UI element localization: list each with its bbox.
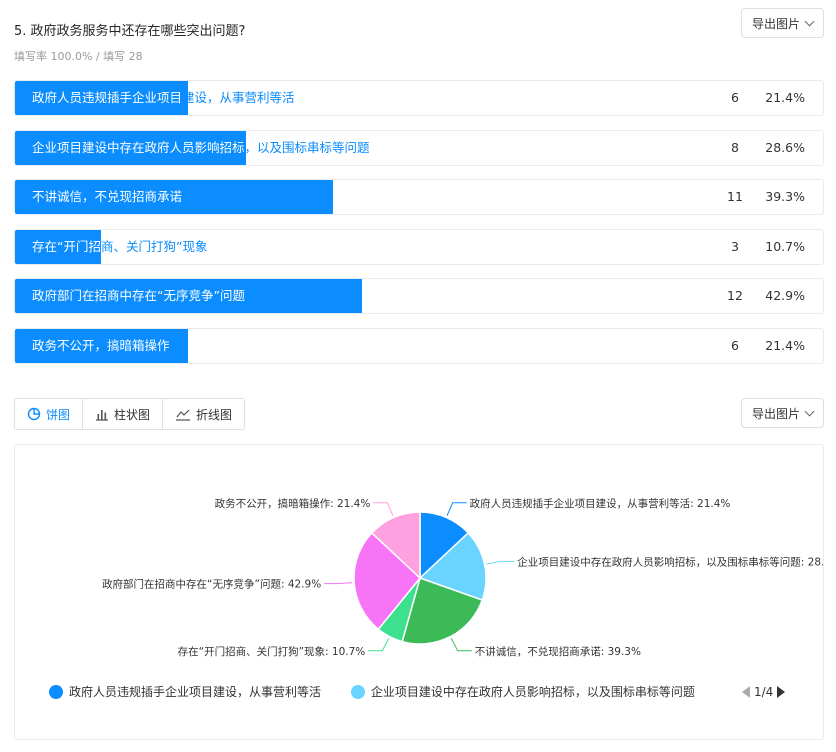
option-percent: 28.6%	[765, 139, 805, 155]
legend-label: 政府人员违规插手企业项目建设，从事营利等活	[69, 685, 322, 699]
slice-data-label: 存在“开门招商、关门打狗”现象: 10.7%	[178, 645, 366, 658]
export-label: 导出图片	[751, 406, 800, 421]
tab-label: 柱状图	[114, 407, 151, 422]
response-meta: 填写率 100.0% / 填写 28	[14, 50, 143, 63]
option-count: 8	[731, 139, 739, 155]
option-row: 政府人员违规插手企业项目建设，从事营利等活 6 21.4%	[14, 80, 824, 116]
option-label: 政府部门在招商中存在“无序竞争”问题	[32, 288, 245, 304]
chevron-down-icon	[804, 16, 815, 26]
slice-data-label: 政务不公开，搞暗箱操作: 21.4%	[215, 497, 371, 510]
export-label: 导出图片	[751, 16, 800, 31]
legend-page-indicator: 1/4	[754, 685, 774, 699]
option-row: 政务不公开，搞暗箱操作 6 21.4%	[14, 327, 824, 364]
tab-label: 折线图	[196, 407, 233, 422]
option-row: 不讲诚信，不兑现招商承诺 11 39.3%	[14, 179, 824, 216]
slice-data-label: 政府人员违规插手企业项目建设，从事营利等活: 21.4%	[470, 497, 731, 510]
option-percent: 42.9%	[765, 288, 805, 304]
slice-leader-line	[486, 560, 515, 565]
option-percent: 21.4%	[765, 337, 805, 353]
option-count: 3	[731, 238, 739, 254]
slice-leader-line	[368, 638, 390, 652]
chart-legend: 政府人员违规插手企业项目建设，从事营利等活 企业项目建设中存在政府人员影响招标，…	[49, 683, 739, 703]
bar-chart-icon	[96, 410, 109, 421]
option-label: 不讲诚信，不兑现招商承诺	[32, 189, 183, 205]
option-label: 政务不公开，搞暗箱操作	[32, 337, 170, 353]
chart-type-tabs: 饼图 柱状图 折线图	[14, 398, 246, 430]
tab-label: 饼图	[46, 407, 71, 422]
option-percent: 21.4%	[765, 90, 805, 105]
slice-leader-line	[373, 502, 394, 516]
slice-data-label: 不讲诚信，不兑现招商承诺: 39.3%	[475, 645, 641, 658]
pie-chart-icon	[27, 407, 41, 421]
line-chart-icon	[176, 409, 191, 421]
chart-panel: 政府人员违规插手企业项目建设，从事营利等活: 21.4% 企业项目建设中存在政府人…	[14, 444, 824, 740]
option-count: 6	[731, 90, 739, 105]
export-image-button[interactable]: 导出图片	[740, 8, 824, 38]
option-label: 企业项目建设中存在政府人员影响招标，以及围标串标等问题	[32, 139, 370, 155]
option-percent: 10.7%	[765, 238, 805, 254]
legend-dot	[350, 684, 365, 699]
tab-bar-chart[interactable]: 柱状图	[83, 399, 164, 429]
tab-line-chart[interactable]: 折线图	[163, 399, 245, 429]
legend-item[interactable]: 政府人员违规插手企业项目建设，从事营利等活	[49, 683, 321, 700]
export-chart-button[interactable]: 导出图片	[740, 398, 824, 428]
option-percent: 39.3%	[765, 189, 805, 205]
next-page-icon[interactable]	[777, 686, 786, 698]
slice-data-label: 企业项目建设中存在政府人员影响招标，以及围标串标等问题: 28.6%	[517, 555, 824, 568]
option-label: 政府人员违规插手企业项目建设，从事营利等活	[32, 90, 295, 105]
question-title: 5. 政府政务服务中还存在哪些突出问题?	[14, 24, 246, 39]
pie-chart: 政府人员违规插手企业项目建设，从事营利等活: 21.4% 企业项目建设中存在政府人…	[102, 497, 824, 658]
slice-leader-line	[446, 502, 467, 516]
prev-page-icon[interactable]	[742, 686, 750, 698]
legend-item[interactable]: 企业项目建设中存在政府人员影响招标，以及围标串标等问题	[350, 683, 695, 700]
slice-leader-line	[324, 582, 353, 585]
legend-dot	[49, 684, 63, 699]
option-row: 政府部门在招商中存在“无序竞争”问题 12 42.9%	[14, 278, 824, 315]
option-list: 政府人员违规插手企业项目建设，从事营利等活 6 21.4% 企业项目建设中存在政…	[14, 80, 824, 378]
legend-label: 企业项目建设中存在政府人员影响招标，以及围标串标等问题	[370, 685, 695, 699]
slice-data-label: 政府部门在招商中存在“无序竞争”问题: 42.9%	[102, 578, 321, 591]
slice-leader-line	[450, 638, 472, 652]
chevron-down-icon	[804, 406, 815, 416]
option-count: 12	[727, 288, 743, 304]
tab-pie-chart[interactable]: 饼图	[15, 399, 84, 429]
option-count: 6	[731, 337, 739, 353]
legend-pager: 1/4	[742, 685, 786, 699]
option-row: 存在“开门招商、关门打狗”现象 3 10.7%	[14, 228, 824, 265]
option-row: 企业项目建设中存在政府人员影响招标，以及围标串标等问题 8 28.6%	[14, 129, 824, 166]
option-count: 11	[727, 189, 743, 205]
option-label: 存在“开门招商、关门打狗”现象	[32, 238, 208, 254]
